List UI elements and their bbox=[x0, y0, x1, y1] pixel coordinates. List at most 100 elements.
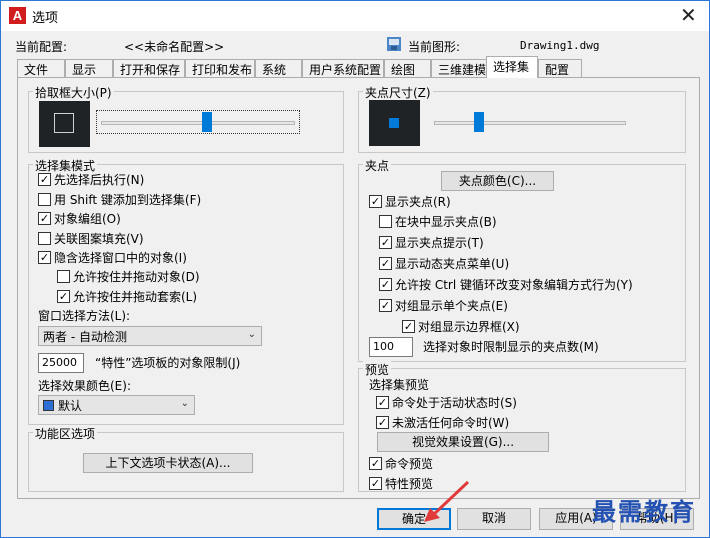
checkbox-dynamic-grip-menu[interactable]: ✓ 显示动态夹点菜单(U) bbox=[379, 255, 509, 271]
checkbox-box[interactable]: ✓ bbox=[379, 277, 392, 291]
checkbox-label: 未激活任何命令时(W) bbox=[392, 415, 510, 430]
checkbox-label: 命令预览 bbox=[385, 456, 434, 471]
drawing-file-icon bbox=[386, 36, 402, 52]
selection-preview-label: 选择集预览 bbox=[369, 378, 430, 392]
checkbox-shift-add[interactable]: 用 Shift 键添加到选择集(F) bbox=[38, 191, 201, 207]
tab-drafting[interactable]: 绘图 bbox=[384, 59, 431, 77]
checkbox-label: 允许按住并拖动对象(D) bbox=[73, 269, 200, 284]
tab-profiles[interactable]: 配置 bbox=[538, 59, 582, 77]
grip-size-preview bbox=[369, 100, 420, 146]
color-swatch-icon bbox=[43, 399, 54, 411]
checkbox-label: 允许按住并拖动套索(L) bbox=[73, 289, 198, 304]
grip-size-title: 夹点尺寸(Z) bbox=[363, 84, 433, 101]
checkbox-box[interactable]: ✓ bbox=[379, 298, 392, 312]
window-title: 选项 bbox=[32, 11, 59, 26]
checkbox-preview-no-command[interactable]: ✓ 未激活任何命令时(W) bbox=[376, 414, 509, 430]
chevron-down-icon: ⌄ bbox=[180, 398, 189, 409]
contextual-tab-states-button[interactable]: 上下文选项卡状态(A)... bbox=[83, 453, 253, 473]
checkbox-label: 先选择后执行(N) bbox=[54, 172, 145, 187]
tab-selection[interactable]: 选择集 bbox=[486, 56, 538, 78]
tab-open-save[interactable]: 打开和保存 bbox=[113, 59, 185, 77]
checkbox-box[interactable]: ✓ bbox=[376, 395, 389, 409]
pickbox-preview bbox=[39, 101, 90, 147]
autocad-app-icon: A bbox=[9, 7, 26, 24]
checkbox-press-drag-object[interactable]: 允许按住并拖动对象(D) bbox=[57, 268, 200, 284]
checkbox-single-grip-groups[interactable]: ✓ 对组显示单个夹点(E) bbox=[379, 297, 508, 313]
checkbox-grip-tips[interactable]: ✓ 显示夹点提示(T) bbox=[379, 234, 484, 250]
checkbox-box[interactable]: ✓ bbox=[402, 319, 415, 333]
checkbox-label: 命令处于活动状态时(S) bbox=[392, 395, 517, 410]
tab-plot-publish[interactable]: 打印和发布 bbox=[185, 59, 255, 77]
watermark-text: 最需教育 bbox=[592, 497, 696, 526]
checkbox-label: 关联图案填充(V) bbox=[54, 231, 144, 246]
current-drawing-label: 当前图形: bbox=[408, 40, 461, 54]
pickbox-slider-thumb[interactable] bbox=[202, 112, 212, 132]
checkbox-label: 对组显示边界框(X) bbox=[418, 319, 520, 334]
checkbox-box[interactable] bbox=[38, 192, 51, 206]
checkbox-box[interactable]: ✓ bbox=[369, 476, 382, 490]
checkbox-box[interactable] bbox=[38, 231, 51, 245]
title-bar[interactable] bbox=[1, 1, 709, 31]
close-icon[interactable]: ✕ bbox=[680, 3, 697, 27]
checkbox-box[interactable]: ✓ bbox=[376, 415, 389, 429]
effect-color-select[interactable]: 默认 ⌄ bbox=[38, 395, 195, 415]
checkbox-box[interactable] bbox=[57, 269, 70, 283]
grip-size-slider[interactable] bbox=[432, 112, 628, 134]
window-method-select[interactable]: 两者 - 自动检测 ⌄ bbox=[38, 326, 262, 346]
checkbox-ctrl-cycling[interactable]: ✓ 允许按 Ctrl 键循环改变对象编辑方式行为(Y) bbox=[379, 276, 633, 292]
tab-user-preferences[interactable]: 用户系统配置 bbox=[302, 59, 384, 77]
tab-3d-modeling[interactable]: 三维建模 bbox=[431, 59, 488, 77]
checkbox-box[interactable]: ✓ bbox=[379, 235, 392, 249]
checkbox-box[interactable]: ✓ bbox=[57, 289, 70, 303]
checkbox-label: 显示动态夹点菜单(U) bbox=[395, 256, 510, 271]
checkbox-box[interactable]: ✓ bbox=[38, 172, 51, 186]
properties-limit-input[interactable]: 25000 bbox=[38, 353, 84, 373]
pickbox-title: 拾取框大小(P) bbox=[33, 84, 114, 101]
checkbox-box[interactable]: ✓ bbox=[379, 256, 392, 270]
chevron-down-icon: ⌄ bbox=[247, 329, 256, 340]
checkbox-label: 允许按 Ctrl 键循环改变对象编辑方式行为(Y) bbox=[395, 277, 633, 292]
visual-effect-settings-button[interactable]: 视觉效果设置(G)... bbox=[377, 432, 549, 452]
checkbox-noun-verb[interactable]: ✓ 先选择后执行(N) bbox=[38, 171, 144, 187]
checkbox-bounding-box-groups[interactable]: ✓ 对组显示边界框(X) bbox=[402, 318, 520, 334]
grip-limit-input[interactable]: 100 bbox=[369, 337, 413, 357]
checkbox-label: 显示夹点(R) bbox=[385, 194, 451, 209]
checkbox-label: 对组显示单个夹点(E) bbox=[395, 298, 508, 313]
ribbon-options-title: 功能区选项 bbox=[33, 425, 98, 442]
checkbox-label: 用 Shift 键添加到选择集(F) bbox=[54, 192, 202, 207]
annotation-arrow-icon bbox=[424, 480, 470, 522]
tab-system[interactable]: 系统 bbox=[255, 59, 302, 77]
window-method-label: 窗口选择方法(L): bbox=[38, 309, 131, 323]
current-config-label: 当前配置: bbox=[15, 40, 68, 54]
grips-title: 夹点 bbox=[363, 157, 392, 174]
checkbox-object-grouping[interactable]: ✓ 对象编组(O) bbox=[38, 210, 121, 226]
current-config-value: <<未命名配置>> bbox=[124, 40, 225, 54]
checkbox-preview-command-active[interactable]: ✓ 命令处于活动状态时(S) bbox=[376, 394, 517, 410]
pickbox-slider[interactable] bbox=[96, 110, 300, 134]
checkbox-associative-hatch[interactable]: 关联图案填充(V) bbox=[38, 230, 144, 246]
checkbox-box[interactable]: ✓ bbox=[369, 194, 382, 208]
properties-limit-label: “特性”选项板的对象限制(J) bbox=[95, 356, 241, 370]
checkbox-implied-window[interactable]: ✓ 隐含选择窗口中的对象(I) bbox=[38, 249, 187, 265]
checkbox-box[interactable]: ✓ bbox=[38, 211, 51, 225]
checkbox-label: 隐含选择窗口中的对象(I) bbox=[54, 250, 187, 265]
checkbox-grips-in-blocks[interactable]: 在块中显示夹点(B) bbox=[379, 213, 497, 229]
checkbox-label: 对象编组(O) bbox=[54, 211, 121, 226]
checkbox-box[interactable] bbox=[379, 214, 392, 228]
checkbox-label: 显示夹点提示(T) bbox=[395, 235, 484, 250]
tab-files[interactable]: 文件 bbox=[17, 59, 65, 77]
tab-display[interactable]: 显示 bbox=[65, 59, 113, 77]
grip-colors-button[interactable]: 夹点颜色(C)... bbox=[441, 171, 554, 191]
window-method-value: 两者 - 自动检测 bbox=[43, 329, 127, 344]
checkbox-show-grips[interactable]: ✓ 显示夹点(R) bbox=[369, 193, 451, 209]
checkbox-box[interactable]: ✓ bbox=[38, 250, 51, 264]
checkbox-box[interactable]: ✓ bbox=[369, 456, 382, 470]
current-drawing-value: Drawing1.dwg bbox=[520, 39, 600, 52]
checkbox-command-preview[interactable]: ✓ 命令预览 bbox=[369, 455, 433, 471]
grip-limit-label: 选择对象时限制显示的夹点数(M) bbox=[423, 340, 599, 354]
checkbox-label: 在块中显示夹点(B) bbox=[395, 214, 497, 229]
checkbox-press-drag-lasso[interactable]: ✓ 允许按住并拖动套索(L) bbox=[57, 288, 197, 304]
grip-size-slider-thumb[interactable] bbox=[474, 112, 484, 132]
effect-color-value: 默认 bbox=[58, 398, 83, 413]
effect-color-label: 选择效果颜色(E): bbox=[38, 379, 131, 393]
